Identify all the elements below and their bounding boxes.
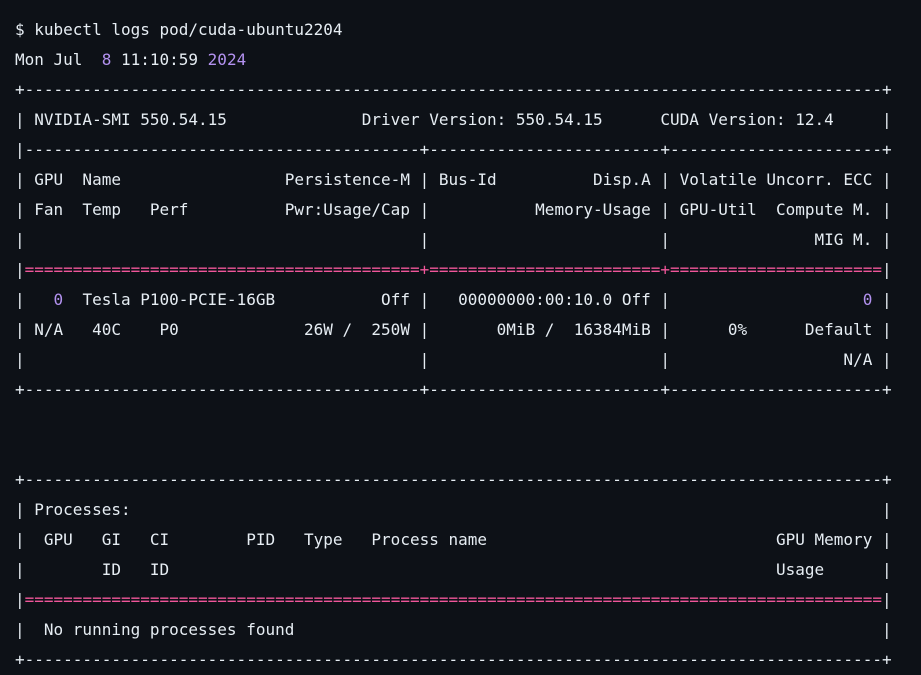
- terminal-line: +---------------------------------------…: [15, 75, 915, 105]
- line-text: |---------------------------------------…: [15, 140, 892, 159]
- line-text: | No running processes found |: [15, 620, 892, 639]
- terminal-line: | No running processes found |: [15, 615, 915, 645]
- terminal-line: | Fan Temp Perf Pwr:Usage/Cap | Memory-U…: [15, 195, 915, 225]
- line-text: |: [881, 590, 892, 609]
- terminal-line: | NVIDIA-SMI 550.54.15 Driver Version: 5…: [15, 105, 915, 135]
- line-text: $ kubectl logs pod/cuda-ubuntu2204: [15, 20, 343, 39]
- line-text: Mon Jul: [15, 50, 102, 69]
- line-text: 11:10:59: [111, 50, 208, 69]
- terminal-line: | GPU GI CI PID Type Process name GPU Me…: [15, 525, 915, 555]
- line-text: |: [15, 260, 25, 279]
- terminal-line: | GPU Name Persistence-M | Bus-Id Disp.A…: [15, 165, 915, 195]
- highlighted-text: 8: [101, 50, 112, 69]
- line-text: +---------------------------------------…: [15, 470, 892, 489]
- line-text: |: [15, 290, 54, 309]
- terminal-line: | 0 Tesla P100-PCIE-16GB Off | 00000000:…: [15, 285, 915, 315]
- terminal-line: +---------------------------------------…: [15, 375, 915, 405]
- terminal-line: | ID ID Usage |: [15, 555, 915, 585]
- terminal-line: |---------------------------------------…: [15, 135, 915, 165]
- terminal-line: Mon Jul 8 11:10:59 2024: [15, 45, 915, 75]
- terminal-line: |=======================================…: [15, 585, 915, 615]
- terminal-line: +---------------------------------------…: [15, 465, 915, 495]
- highlighted-text: 2024: [207, 50, 247, 69]
- line-text: | GPU Name Persistence-M | Bus-Id Disp.A…: [15, 170, 892, 189]
- terminal-output[interactable]: $ kubectl logs pod/cuda-ubuntu2204 Mon Ju…: [15, 15, 915, 675]
- terminal-line: |=======================================…: [15, 255, 915, 285]
- line-text: +---------------------------------------…: [15, 80, 892, 99]
- line-text: |: [872, 290, 892, 309]
- terminal-line: | | | MIG M. |: [15, 225, 915, 255]
- line-text: | ID ID Usage |: [15, 560, 892, 579]
- line-text: | NVIDIA-SMI 550.54.15 Driver Version: 5…: [15, 110, 892, 129]
- line-text: +---------------------------------------…: [15, 380, 892, 399]
- line-text: |: [15, 590, 25, 609]
- terminal-line: | N/A 40C P0 26W / 250W | 0MiB / 16384Mi…: [15, 315, 915, 345]
- highlighted-text: ========================================…: [24, 260, 882, 279]
- line-text: | Fan Temp Perf Pwr:Usage/Cap | Memory-U…: [15, 200, 892, 219]
- highlighted-text: 0: [862, 290, 873, 309]
- line-text: | GPU GI CI PID Type Process name GPU Me…: [15, 530, 892, 549]
- highlighted-text: ========================================…: [24, 590, 882, 609]
- line-text: +---------------------------------------…: [15, 650, 892, 669]
- highlighted-text: 0: [53, 290, 64, 309]
- line-text: | | | MIG M. |: [15, 230, 892, 249]
- terminal-line: | | | N/A |: [15, 345, 915, 375]
- line-text: | Processes: |: [15, 500, 892, 519]
- terminal-line: +---------------------------------------…: [15, 645, 915, 675]
- terminal-line: | Processes: |: [15, 495, 915, 525]
- line-text: | | | N/A |: [15, 350, 892, 369]
- terminal-line: $ kubectl logs pod/cuda-ubuntu2204: [15, 15, 915, 45]
- line-text: | N/A 40C P0 26W / 250W | 0MiB / 16384Mi…: [15, 320, 892, 339]
- line-text: Tesla P100-PCIE-16GB Off | 00000000:00:1…: [63, 290, 863, 309]
- line-text: |: [881, 260, 892, 279]
